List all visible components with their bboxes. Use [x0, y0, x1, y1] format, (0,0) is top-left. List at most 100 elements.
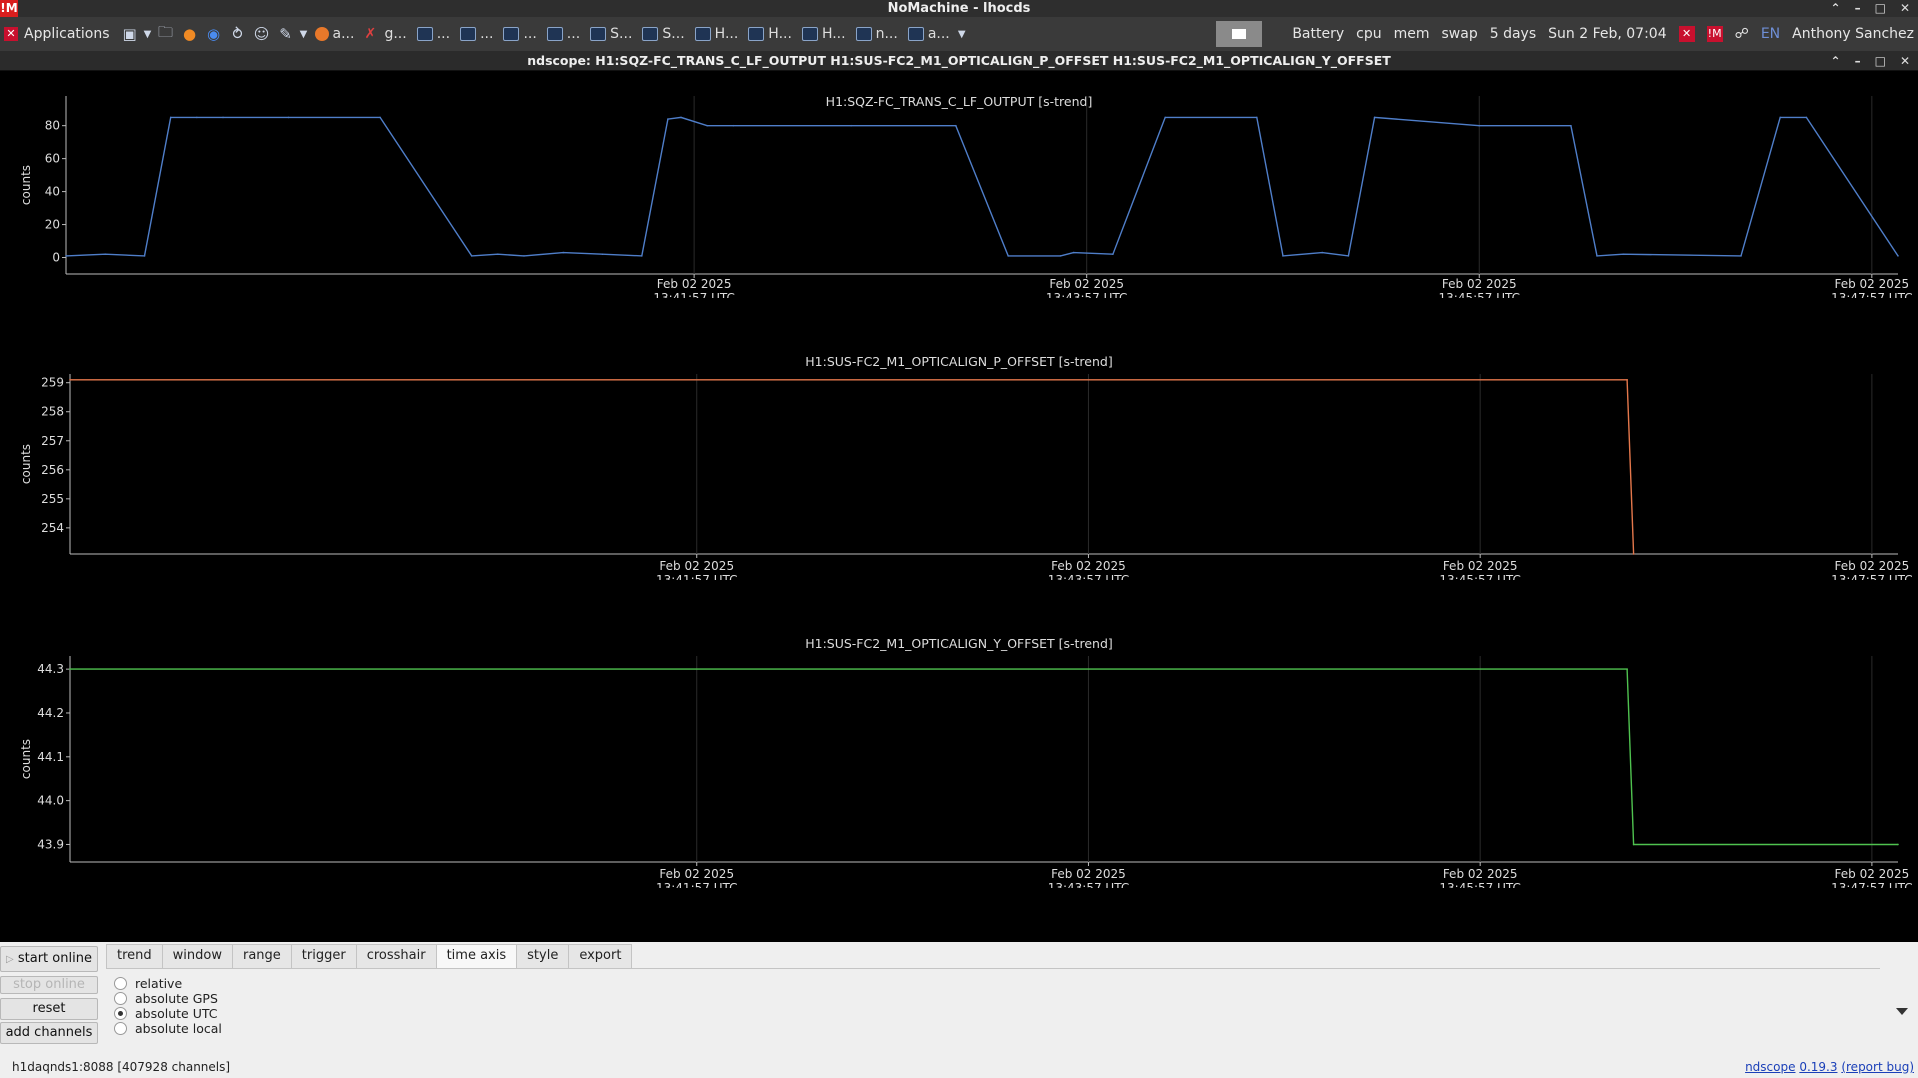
plot-area: H1:SQZ-FC_TRANS_C_LF_OUTPUT [s-trend] co…: [0, 72, 1918, 942]
y-tick-label: 254: [41, 521, 64, 535]
language-indicator[interactable]: EN: [1761, 26, 1780, 42]
taskbar-task[interactable]: H...: [797, 20, 851, 48]
mem-monitor[interactable]: mem: [1394, 26, 1430, 42]
radio-button[interactable]: [114, 1007, 127, 1020]
tab-crosshair[interactable]: crosshair: [355, 944, 437, 968]
taskbar-task[interactable]: S...: [637, 20, 689, 48]
maximize-icon[interactable]: □: [1875, 51, 1886, 71]
report-bug-link[interactable]: (report bug): [1841, 1060, 1914, 1074]
clock[interactable]: Sun 2 Feb, 07:04: [1548, 26, 1666, 42]
collapse-icon[interactable]: ⌃: [1831, 51, 1841, 71]
taskbar-task[interactable]: H...: [743, 20, 797, 48]
tab-range[interactable]: range: [231, 944, 292, 968]
people-icon[interactable]: ☺: [250, 22, 274, 46]
swap-monitor[interactable]: swap: [1442, 26, 1478, 42]
plot-fc-trans[interactable]: H1:SQZ-FC_TRANS_C_LF_OUTPUT [s-trend] co…: [0, 72, 1918, 354]
plot-y-offset[interactable]: H1:SUS-FC2_M1_OPTICALIGN_Y_OFFSET [s-tre…: [0, 636, 1918, 942]
radio-button[interactable]: [114, 1022, 127, 1035]
taskbar-task[interactable]: n...: [851, 20, 903, 48]
plot-p-offset[interactable]: H1:SUS-FC2_M1_OPTICALIGN_P_OFFSET [s-tre…: [0, 354, 1918, 636]
chevron-down-icon[interactable]: ▼: [955, 22, 969, 46]
taskbar-task[interactable]: ...: [498, 20, 541, 48]
taskbar-task[interactable]: ✗ g...: [359, 20, 411, 48]
chevron-down-icon[interactable]: ▼: [298, 22, 310, 46]
tab-trigger[interactable]: trigger: [290, 944, 357, 968]
collapse-icon[interactable]: ⌃: [1831, 0, 1841, 17]
data-point: [196, 116, 198, 119]
series-line: [70, 379, 1635, 555]
data-point: [640, 255, 643, 257]
x-tick-date: Feb 02 2025: [1443, 867, 1518, 881]
firefox-icon[interactable]: ●: [178, 22, 202, 46]
close-icon[interactable]: ✕: [1900, 0, 1910, 17]
network-icon[interactable]: ☍: [1735, 26, 1749, 42]
radio-button[interactable]: [114, 977, 127, 990]
data-point: [1805, 116, 1808, 119]
user-name[interactable]: Anthony Sanchez: [1792, 26, 1914, 42]
tab-divider: [106, 968, 1880, 969]
taskbar-task-label: H...: [821, 26, 846, 42]
radio-button[interactable]: [114, 992, 127, 1005]
data-point: [69, 379, 71, 381]
data-point: [1347, 255, 1350, 257]
share-icon[interactable]: ⥁: [226, 22, 250, 46]
data-point: [732, 124, 735, 127]
data-point: [1779, 116, 1782, 119]
time-axis-option[interactable]: absolute GPS: [114, 991, 218, 1006]
nomachine-logo: !M: [0, 0, 18, 17]
taskbar-task[interactable]: S...: [585, 20, 637, 48]
cpu-monitor[interactable]: cpu: [1356, 26, 1381, 42]
y-tick-label: 258: [41, 405, 64, 419]
time-axis-option[interactable]: absolute local: [114, 1021, 222, 1036]
data-point: [562, 251, 565, 254]
data-point: [955, 124, 957, 127]
taskbar-task[interactable]: a...: [903, 20, 955, 48]
data-point: [1373, 116, 1376, 119]
taskbar-task[interactable]: H...: [690, 20, 744, 48]
chevron-down-icon[interactable]: ▼: [142, 22, 154, 46]
editor-icon[interactable]: ✎: [274, 22, 298, 46]
battery-indicator[interactable]: Battery: [1292, 26, 1344, 42]
minimize-icon[interactable]: –: [1855, 0, 1861, 17]
scroll-down-icon[interactable]: [1896, 1008, 1908, 1015]
time-axis-option[interactable]: relative: [114, 976, 182, 991]
close-icon[interactable]: ✕: [1900, 51, 1910, 71]
x-tick-date: Feb 02 2025: [1442, 277, 1517, 291]
tab-time-axis[interactable]: time axis: [435, 944, 518, 968]
maximize-icon[interactable]: □: [1875, 0, 1886, 17]
chrome-icon[interactable]: ◉: [202, 22, 226, 46]
data-point: [1570, 124, 1572, 127]
data-point: [1164, 116, 1166, 119]
data-point: [1632, 843, 1635, 846]
tab-export[interactable]: export: [568, 944, 633, 968]
data-point: [850, 124, 852, 127]
reset-button[interactable]: reset: [0, 998, 98, 1020]
add-channels-button[interactable]: add channels: [0, 1022, 98, 1044]
taskbar-task[interactable]: ...: [412, 20, 455, 48]
data-point: [1596, 255, 1598, 257]
tab-style[interactable]: style: [516, 944, 570, 968]
terminal-icon[interactable]: ▣: [118, 22, 142, 46]
files-icon[interactable]: 🗀: [154, 22, 178, 46]
data-point: [1626, 668, 1628, 670]
x-tick-date: Feb 02 2025: [659, 559, 734, 573]
applications-menu[interactable]: ✕ Applications: [0, 17, 118, 51]
data-point: [104, 253, 107, 256]
time-axis-option[interactable]: absolute UTC: [114, 1006, 218, 1021]
x-tick-date: Feb 02 2025: [1051, 867, 1126, 881]
nomachine-tray-icon[interactable]: !M: [1706, 26, 1723, 42]
radio-label: relative: [135, 976, 183, 991]
tab-window[interactable]: window: [161, 944, 233, 968]
workspace-switcher[interactable]: [1216, 21, 1263, 47]
version-link[interactable]: 0.19.3: [1799, 1060, 1837, 1074]
taskbar-task[interactable]: ...: [542, 20, 585, 48]
data-point: [1112, 253, 1114, 256]
taskbar-task[interactable]: a...: [310, 20, 360, 48]
close-icon[interactable]: ✕: [1678, 26, 1695, 42]
start-online-button[interactable]: ▷ start online: [0, 946, 98, 972]
tab-trend[interactable]: trend: [106, 944, 163, 968]
y-tick-label: 20: [45, 218, 60, 232]
minimize-icon[interactable]: –: [1855, 51, 1861, 71]
ndscope-link[interactable]: ndscope: [1745, 1060, 1795, 1074]
taskbar-task[interactable]: ...: [455, 20, 498, 48]
